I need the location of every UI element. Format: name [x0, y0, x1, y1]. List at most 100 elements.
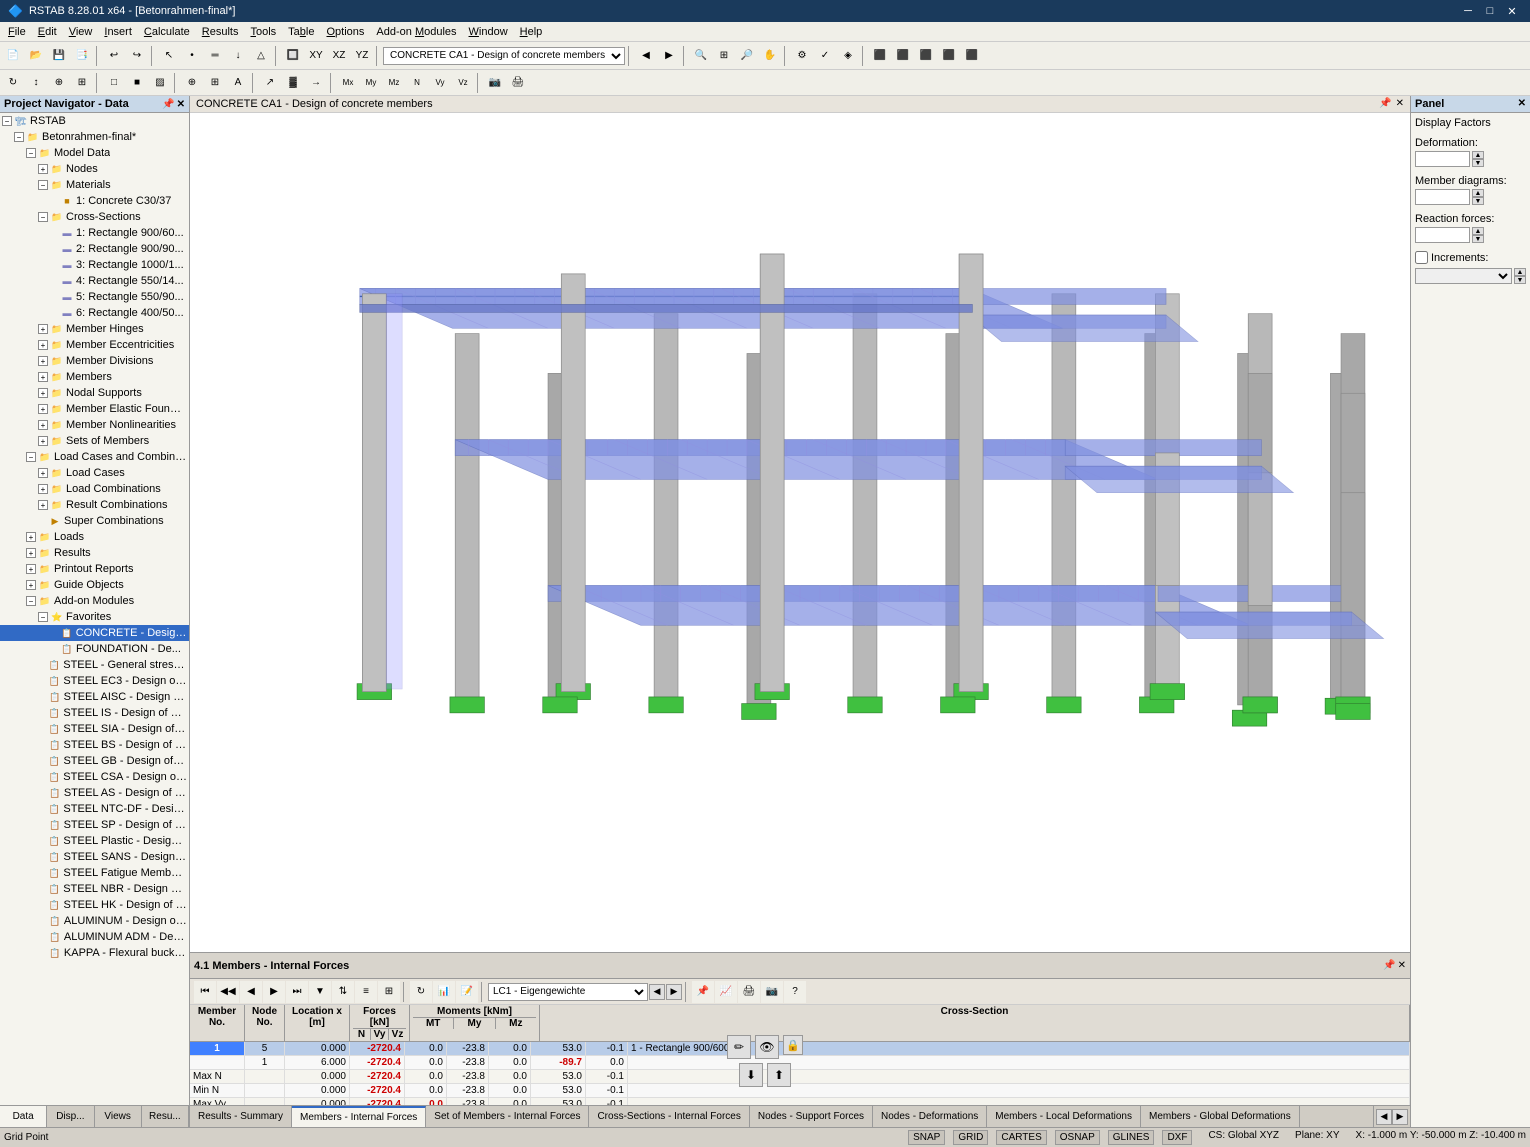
load-case-combo[interactable]: LC1 - Eigengewichte	[488, 983, 648, 1001]
tree-node-steel-bs[interactable]: 📋 STEEL BS - Design of st...	[0, 737, 189, 753]
tb-load[interactable]: ↓	[227, 45, 249, 67]
reaction-up[interactable]: ▲	[1472, 227, 1484, 235]
panel-lock-icon[interactable]: 🔒	[783, 1035, 803, 1055]
bt-columns[interactable]: ⊞	[378, 981, 400, 1003]
tab-cross-sections-internal-forces[interactable]: Cross-Sections - Internal Forces	[589, 1106, 749, 1127]
menu-item-file[interactable]: File	[2, 24, 32, 40]
tree-node-foundation[interactable]: 📋 FOUNDATION - De...	[0, 641, 189, 657]
menu-item-addon[interactable]: Add-on Modules	[370, 24, 462, 40]
status-grid[interactable]: GRID	[953, 1130, 988, 1145]
toggle-ef[interactable]: +	[38, 404, 48, 414]
tb-xz[interactable]: XZ	[328, 45, 350, 67]
tree-node-aluminum[interactable]: 📋 ALUMINUM - Design of...	[0, 913, 189, 929]
bt-graph[interactable]: 📈	[715, 981, 737, 1003]
tb-next[interactable]: ▶	[658, 45, 680, 67]
tab-set-of-members-internal-forces[interactable]: Set of Members - Internal Forces	[426, 1106, 589, 1127]
tree-node-elastic-founda[interactable]: + 📁 Member Elastic Founda...	[0, 401, 189, 417]
menu-item-edit[interactable]: Edit	[32, 24, 63, 40]
tb-member[interactable]: ═	[204, 45, 226, 67]
menu-item-tools[interactable]: Tools	[244, 24, 282, 40]
tab-nodes-deformations[interactable]: Nodes - Deformations	[873, 1106, 987, 1127]
tb-redo[interactable]: ↪	[126, 45, 148, 67]
tab-members-global-deformations[interactable]: Members - Global Deformations	[1141, 1106, 1300, 1127]
tb-prev[interactable]: ◀	[635, 45, 657, 67]
tree-node-steel-as[interactable]: 📋 STEEL AS - Design of s...	[0, 785, 189, 801]
tree-node-rstab[interactable]: − 🏗 RSTAB	[0, 113, 189, 129]
toggle-aom[interactable]: −	[26, 596, 36, 606]
nav-tab-resu[interactable]: Resu...	[142, 1106, 189, 1127]
tree-node-concrete-design[interactable]: 📋 CONCRETE - Design...	[0, 625, 189, 641]
increments-down[interactable]: ▼	[1514, 276, 1526, 284]
tree-node-member-hinges[interactable]: + 📁 Member Hinges	[0, 321, 189, 337]
lc-prev[interactable]: ◀	[649, 984, 665, 1000]
status-osnap[interactable]: OSNAP	[1055, 1130, 1100, 1145]
tree-node-guide-objects[interactable]: + 📁 Guide Objects	[0, 577, 189, 593]
panel-view-icon[interactable]: 👁	[755, 1035, 779, 1059]
tree-node-member-divisions[interactable]: + 📁 Member Divisions	[0, 353, 189, 369]
toggle-pr[interactable]: +	[26, 564, 36, 574]
tree-node-cross-sections[interactable]: − 📁 Cross-Sections	[0, 209, 189, 225]
panel-reaction-forces-input[interactable]	[1415, 227, 1470, 243]
toggle-ns[interactable]: +	[38, 388, 48, 398]
tree-node-member-eccentricities[interactable]: + 📁 Member Eccentricities	[0, 337, 189, 353]
bt-refresh[interactable]: ↻	[410, 981, 432, 1003]
tree-node-steel-csa[interactable]: 📋 STEEL CSA - Design of s...	[0, 769, 189, 785]
nav-tab-disp[interactable]: Disp...	[47, 1106, 94, 1127]
toggle-members[interactable]: +	[38, 372, 48, 382]
tree-node-cs3[interactable]: ▬ 3: Rectangle 1000/1...	[0, 257, 189, 273]
bt-prev-page[interactable]: ◀◀	[217, 981, 239, 1003]
toggle-betonrahmen[interactable]: −	[14, 132, 24, 142]
bt-screenshot2[interactable]: 📷	[761, 981, 783, 1003]
tree-node-steel-sp[interactable]: 📋 STEEL SP - Design of st...	[0, 817, 189, 833]
tb-zoom-all[interactable]: ⊞	[713, 45, 735, 67]
tree-node-steel-plastic[interactable]: 📋 STEEL Plastic - Design o...	[0, 833, 189, 849]
tv-wire[interactable]: □	[103, 72, 125, 94]
tree-node-member-nonlinearities[interactable]: + 📁 Member Nonlinearities	[0, 417, 189, 433]
diagrams-up[interactable]: ▲	[1472, 189, 1484, 197]
tree-node-steel-ec3[interactable]: 📋 STEEL EC3 - Design of s...	[0, 673, 189, 689]
toggle-nodes[interactable]: +	[38, 164, 48, 174]
tv-solid[interactable]: ■	[126, 72, 148, 94]
tree-node-super-combinations[interactable]: ▶ Super Combinations	[0, 513, 189, 529]
tree-node-steel-hk[interactable]: 📋 STEEL HK - Design of st...	[0, 897, 189, 913]
panel-close-icon[interactable]: ✕	[1518, 98, 1526, 109]
tree-node-steel-general[interactable]: 📋 STEEL - General stress a...	[0, 657, 189, 673]
toggle-me[interactable]: +	[38, 340, 48, 350]
tv-region[interactable]: ⊞	[71, 72, 93, 94]
status-dxf[interactable]: DXF	[1162, 1130, 1192, 1145]
tab-scroll-left[interactable]: ◀	[1376, 1109, 1392, 1125]
tb-zoom-out[interactable]: 🔎	[736, 45, 758, 67]
tree-node-steel-sans[interactable]: 📋 STEEL SANS - Design o...	[0, 849, 189, 865]
toggle-lc[interactable]: +	[38, 468, 48, 478]
tree-node-nodes[interactable]: + 📁 Nodes	[0, 161, 189, 177]
toggle-loads[interactable]: +	[26, 532, 36, 542]
bt-pin[interactable]: 📌	[692, 981, 714, 1003]
tree-node-results[interactable]: + 📁 Results	[0, 545, 189, 561]
tb-more3[interactable]: ⬛	[915, 45, 937, 67]
tv-grid[interactable]: ⊞	[204, 72, 226, 94]
tv-disp[interactable]: ↗	[259, 72, 281, 94]
tb-zoom-in[interactable]: 🔍	[690, 45, 712, 67]
tb-render[interactable]: ◈	[837, 45, 859, 67]
tv-zoom2[interactable]: ⊕	[48, 72, 70, 94]
tb-calc[interactable]: ⚙	[791, 45, 813, 67]
tb-new[interactable]: 📄	[2, 45, 24, 67]
tb-yz[interactable]: YZ	[351, 45, 373, 67]
tv-axes[interactable]: ⊕	[181, 72, 203, 94]
tab-members-internal-forces[interactable]: Members - Internal Forces	[292, 1106, 426, 1127]
reaction-down[interactable]: ▼	[1472, 235, 1484, 243]
panel-deformation-input[interactable]	[1415, 151, 1470, 167]
status-cartes[interactable]: CARTES	[996, 1130, 1046, 1145]
tb-check[interactable]: ✓	[814, 45, 836, 67]
tree-node-result-combinations[interactable]: + 📁 Result Combinations	[0, 497, 189, 513]
bt-first[interactable]: ⏮	[194, 981, 216, 1003]
panel-member-diagrams-input[interactable]	[1415, 189, 1470, 205]
tree-node-betonrahmen[interactable]: − 📁 Betonrahmen-final*	[0, 129, 189, 145]
status-snap[interactable]: SNAP	[908, 1130, 945, 1145]
tree-node-printout-reports[interactable]: + 📁 Printout Reports	[0, 561, 189, 577]
menu-item-window[interactable]: Window	[463, 24, 514, 40]
increments-up[interactable]: ▲	[1514, 268, 1526, 276]
bt-export-word[interactable]: 📝	[456, 981, 478, 1003]
tv-rotate[interactable]: ↻	[2, 72, 24, 94]
panel-increments-checkbox[interactable]	[1415, 251, 1428, 264]
